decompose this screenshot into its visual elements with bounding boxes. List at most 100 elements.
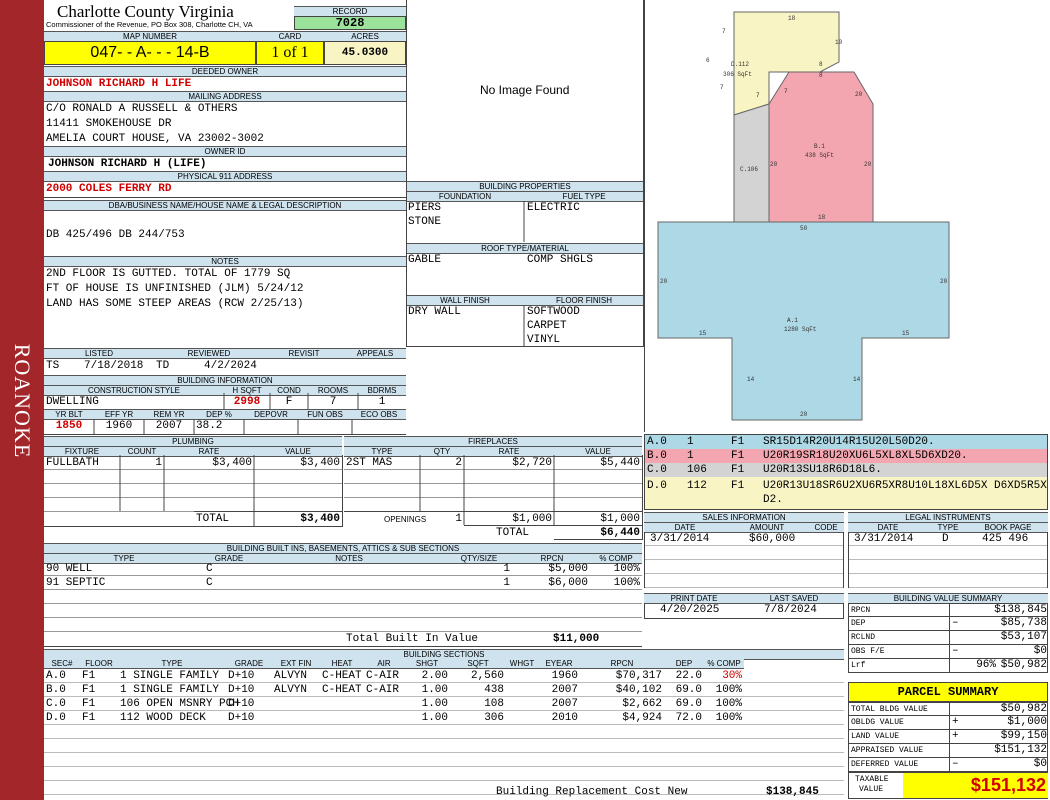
county-title: Charlotte County Virginia [57,2,234,21]
section-cell: 1 SINGLE FAMILY [120,684,220,696]
taxable-box: TAXABLE VALUE $151,132 [848,772,1048,799]
code-sec: B.0 [647,450,667,462]
properties-grid [406,180,644,347]
replacement-cost: $138,845 [766,786,819,798]
reviewed-label: REVIEWED [154,348,264,359]
section-cell: 1.00 [421,712,448,724]
section-cell: 1.00 [421,698,448,710]
acres-value: 45.0300 [324,41,406,65]
sections-col-header: HEAT [320,659,364,669]
code-floor: F1 [731,480,745,492]
summary-label: DEP [851,619,866,628]
sketch-dim: 10 [835,39,843,46]
sections-header: SEC# FLOOR TYPE GRADE EXT FIN HEAT AIR SHGT SQFT… [44,659,844,669]
sketch-label-a: A.1 [787,317,798,324]
summary-label: RPCN [851,606,871,615]
summary-value: $85,738 [1000,617,1047,629]
section-cell: B.0 [46,684,66,696]
section-cell: 2007 [551,698,578,710]
legal-desc: DB 425/496 DB 244/753 [46,229,185,241]
section-cell: C-HEAT [322,670,362,682]
revisit-label: REVISIT [264,348,344,359]
section-cell: 72.0 [675,712,702,724]
reviewed-by: TD [156,360,170,372]
sections-col-header: RPCN [580,659,664,669]
section-cell: D+10 [228,670,255,682]
sketch-section-c [733,103,770,223]
sketch-dim: 14 [853,376,861,383]
section-row-line [44,766,844,767]
parcel-summary-title: PARCEL SUMMARY [848,682,1048,702]
section-cell: 108 [484,698,504,710]
reviewed-date: 4/2/2024 [204,360,257,372]
summary-value: $0 [1033,645,1047,657]
legal-desc-label: DBA/BUSINESS NAME/HOUSE NAME & LEGAL DES… [44,200,406,211]
summary-row: APPRAISED VALUE $151,132 [848,744,1048,758]
sections-col-header: AIR [364,659,404,669]
code-path: U20R13U18SR6U2XU6R5XR8U10L18XL6D5X D6XD5… [763,480,1047,506]
sketch-dim: 14 [747,376,755,383]
mailing-label: MAILING ADDRESS [44,91,406,102]
sketch-dim: 50 [800,225,808,232]
builtins-grid [44,575,642,647]
sketch-sqft-a: 1280 SqFt [784,326,816,333]
sections-col-header: FLOOR [80,659,118,669]
map-number: 047- - A- - - 14-B [44,41,256,65]
section-row-line [44,752,844,753]
summary-row: DEFERRED VALUE – $0 [848,758,1048,772]
section-cell: F1 [82,670,96,682]
code-id: 112 [687,480,707,492]
sketch-dim: 8 [819,61,823,68]
summary-label: OBS F/E [851,647,885,656]
code-sec: D.0 [647,480,667,492]
appeals-label: APPEALS [344,348,406,359]
section-cell: 69.0 [675,684,702,696]
summary-value: $138,845 [994,604,1047,616]
sketch-dim: 20 [855,91,863,98]
sidebar: ROANOKE [0,0,44,800]
fireplace-grid [344,455,643,540]
summary-row: Lrf 96% $50,982 [848,659,1048,673]
section-cell: 2.00 [421,670,448,682]
sketch-sqft-d: 306 SqFt [723,71,752,78]
sections-col-header: WHGT [506,659,538,669]
sections-col-header: GRADE [226,659,272,669]
section-cell: 1 SINGLE FAMILY [120,670,220,682]
summary-value: $50,982 [1000,703,1047,715]
replacement-cost-label: Building Replacement Cost New [496,786,688,798]
section-cell: F1 [82,684,96,696]
code-floor: F1 [731,436,745,448]
taxable-value: $151,132 [903,773,1048,798]
section-cell: C-HEAT [322,684,362,696]
summary-row: TOTAL BLDG VALUE $50,982 [848,702,1048,716]
section-cell: $2,662 [622,698,662,710]
sales-table [644,532,844,588]
building-sketch: D.112 306 SqFt B.1 438 SqFt C.106 A.1 12… [644,0,950,432]
sketch-dim: 18 [818,214,826,221]
legal-table [848,532,1048,588]
parcel-summary-table: TOTAL BLDG VALUE $50,982 OBLDG VALUE + $1,00… [848,702,1048,772]
section-cell: D+10 [228,684,255,696]
sketch-label-d: D.112 [731,61,749,68]
section-cell: 112 WOOD DECK [120,712,206,724]
section-cell: $70,317 [615,670,662,682]
owner-id-label: OWNER ID [44,146,406,157]
summary-value: $1,000 [1007,716,1047,728]
summary-value: $99,150 [1000,730,1047,742]
section-cell: A.0 [46,670,66,682]
sketch-dim: 7 [722,28,726,35]
section-cell: $4,924 [622,712,662,724]
sketch-sqft-b: 438 SqFt [805,152,834,159]
code-floor: F1 [731,464,745,476]
section-cell: 2007 [551,684,578,696]
listed-by: TS [46,360,60,372]
note-line-2: FT OF HOUSE IS UNFINISHED (JLM) 5/24/12 [46,283,304,295]
section-cell: 1.00 [421,684,448,696]
deeded-owner-label: DEEDED OWNER [44,66,406,77]
address-label: PHYSICAL 911 ADDRESS [44,171,406,182]
section-cell: 438 [484,684,504,696]
commissioner-line: Commissioner of the Revenue, PO Box 308,… [46,20,253,29]
section-cell: F1 [82,712,96,724]
code-path: U20R19SR18U20XU6L5XL8XL5D6XD20. [763,450,968,462]
section-cell: 30% [722,670,742,682]
